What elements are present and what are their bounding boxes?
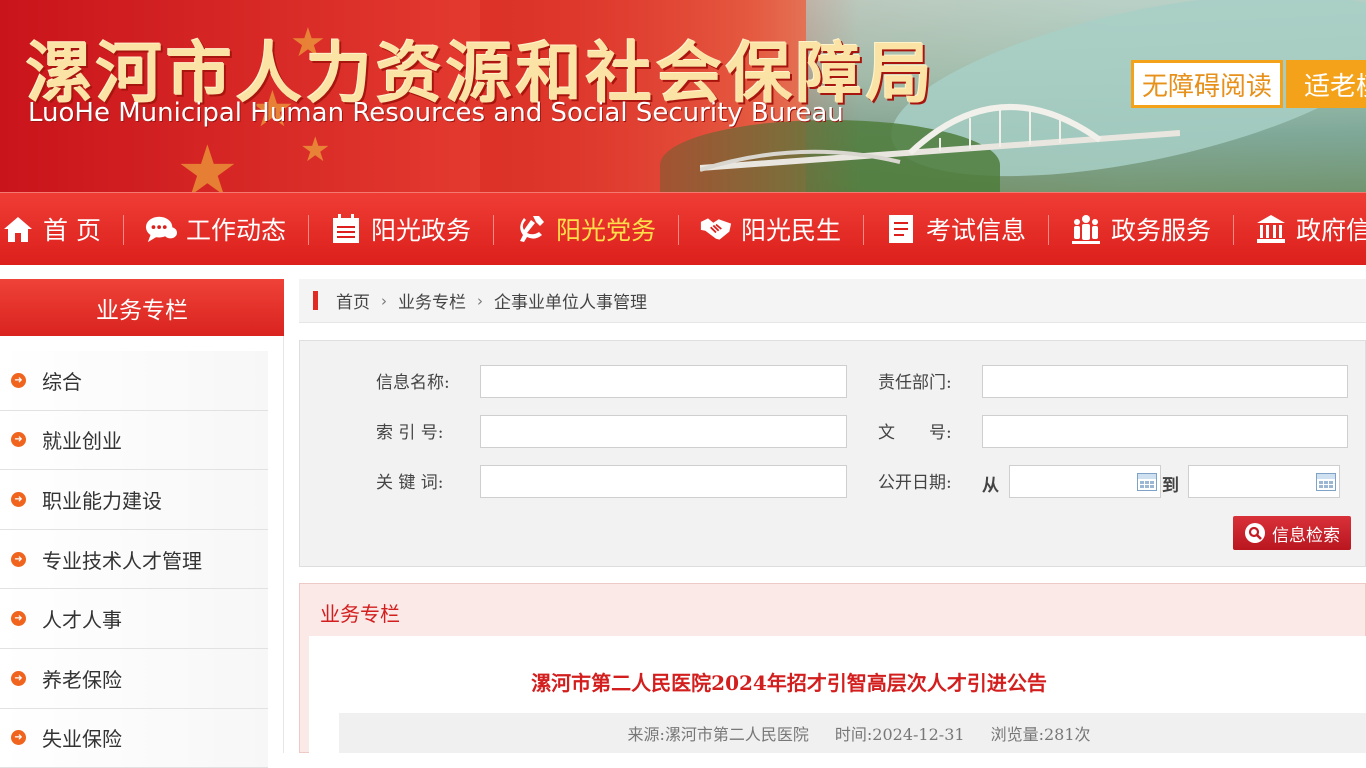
home-icon	[2, 213, 34, 245]
search-button-label: 信息检索	[1272, 525, 1340, 546]
dept-input[interactable]	[982, 365, 1348, 398]
site-title-english: LuoHe Municipal Human Resources and Soci…	[28, 98, 844, 128]
arrow-right-icon: ➜	[11, 491, 26, 507]
index-number-label: 索 引 号:	[376, 423, 444, 443]
sidebar-item-label: 人才人事	[42, 608, 122, 633]
nav-item-label: 政务服务	[1111, 216, 1212, 245]
sidebar-item-technical-talent[interactable]: ➜ 专业技术人才管理	[0, 529, 268, 590]
breadcrumb: 首页 › 业务专栏 › 企事业单位人事管理	[299, 279, 1366, 323]
article-title[interactable]: 漯河市第二人民医院2024年招才引智高层次人才引进公告	[309, 667, 1269, 696]
elder-mode-button[interactable]: 适老模式	[1286, 60, 1366, 108]
nav-item-home[interactable]: 首 页	[0, 193, 123, 265]
nav-item-label: 阳光党务	[555, 216, 656, 245]
sidebar-item-general[interactable]: ➜ 综合	[0, 351, 268, 411]
article-meta: 来源:漯河市第二人民医院 时间:2024-12-31 浏览量:281次	[339, 713, 1366, 753]
calendar-icon[interactable]	[1137, 473, 1157, 491]
sidebar-item-vocational-skills[interactable]: ➜ 职业能力建设	[0, 470, 268, 530]
arrow-right-icon: ➜	[11, 611, 26, 627]
search-icon	[1245, 523, 1265, 543]
star-decoration: ★	[300, 130, 331, 170]
arrow-right-icon: ➜	[11, 432, 26, 448]
info-name-label: 信息名称:	[376, 373, 450, 393]
arrow-right-icon: ➜	[11, 551, 26, 567]
content-section: 业务专栏 漯河市第二人民医院2024年招才引智高层次人才引进公告 来源:漯河市第…	[299, 583, 1366, 756]
arrow-right-icon: ➜	[11, 372, 26, 388]
keyword-label: 关 键 词:	[376, 473, 444, 493]
nav-item-sunshine-affairs[interactable]: 阳光政务	[307, 193, 493, 265]
header-banner: ★ ★ ★ ★ 漯河市人力资源和社会保障局 LuoHe Municipal Hu…	[0, 0, 1366, 192]
sidebar-list: ➜ 综合 ➜ 就业创业 ➜ 职业能力建设 ➜ 专业技术人才管理 ➜ 人才人事 ➜ 养老保险 …	[0, 351, 268, 768]
accessibility-reading-button[interactable]: 无障碍阅读	[1131, 60, 1283, 108]
party-icon	[515, 213, 547, 245]
building-icon	[1255, 213, 1287, 245]
breadcrumb-home-link[interactable]: 首页	[336, 288, 370, 313]
sidebar-item-pension-insurance[interactable]: ➜ 养老保险	[0, 648, 268, 709]
handshake-icon	[700, 213, 732, 245]
article-time: 时间:2024-12-31	[834, 725, 965, 744]
nav-item-work-news[interactable]: 工作动态	[122, 193, 308, 265]
nav-item-label: 阳光政务	[370, 216, 471, 245]
chevron-right-icon: ›	[381, 291, 387, 310]
arrow-right-icon: ➜	[11, 670, 26, 686]
search-panel: 信息名称: 责任部门: 索 引 号: 文 号: 关 键 词: 公开日期: 从 到…	[299, 340, 1366, 567]
nav-item-label: 考试信息	[926, 216, 1027, 245]
chevron-right-icon: ›	[477, 291, 483, 310]
date-from-label: 从	[982, 476, 999, 496]
breadcrumb-current[interactable]: 企事业单位人事管理	[494, 288, 647, 313]
document-icon	[885, 213, 917, 245]
sidebar-item-unemployment-insurance[interactable]: ➜ 失业保险	[0, 708, 268, 768]
calendar-icon	[330, 213, 362, 245]
sidebar-divider	[283, 336, 284, 753]
sidebar-item-label: 综合	[42, 369, 82, 394]
sidebar-heading: 业务专栏	[0, 279, 284, 336]
arrow-right-icon: ➜	[11, 730, 26, 746]
index-number-input[interactable]	[480, 415, 847, 448]
doc-number-input[interactable]	[982, 415, 1348, 448]
chat-icon	[145, 213, 177, 245]
nav-item-livelihood[interactable]: 阳光民生	[678, 193, 863, 265]
nav-item-label: 工作动态	[185, 216, 286, 245]
date-to-input[interactable]	[1188, 465, 1340, 498]
nav-item-gov-services[interactable]: 政务服务	[1048, 193, 1233, 265]
sidebar-item-employment[interactable]: ➜ 就业创业	[0, 410, 268, 471]
sidebar-item-label: 失业保险	[42, 727, 122, 752]
article-panel: 漯河市第二人民医院2024年招才引智高层次人才引进公告 来源:漯河市第二人民医院…	[309, 636, 1366, 756]
main-nav: 首 页 工作动态 阳光政务 阳光党务 阳光民生 考试信息 政务服务 政府	[0, 192, 1366, 265]
sidebar-item-label: 养老保险	[42, 667, 122, 692]
nav-item-gov-info[interactable]: 政府信息	[1233, 193, 1366, 265]
sidebar-item-label: 就业创业	[42, 429, 122, 454]
breadcrumb-section-link[interactable]: 业务专栏	[398, 288, 466, 313]
article-source: 来源:漯河市第二人民医院	[627, 725, 809, 744]
publish-date-label: 公开日期:	[878, 473, 952, 493]
star-decoration: ★	[176, 130, 239, 192]
info-search-button[interactable]: 信息检索	[1233, 516, 1351, 550]
dept-label: 责任部门:	[878, 373, 952, 393]
date-to-label: 到	[1162, 476, 1179, 496]
nav-item-label: 阳光民生	[741, 216, 842, 245]
breadcrumb-marker	[313, 291, 318, 310]
calendar-icon[interactable]	[1316, 473, 1336, 491]
info-name-input[interactable]	[480, 365, 847, 398]
nav-item-party-affairs[interactable]: 阳光党务	[492, 193, 678, 265]
date-from-input[interactable]	[1009, 465, 1161, 498]
sidebar-item-label: 职业能力建设	[42, 488, 162, 513]
people-icon	[1070, 213, 1102, 245]
nav-item-label: 政府信息	[1296, 216, 1366, 245]
nav-item-label: 首 页	[43, 216, 101, 245]
section-title: 业务专栏	[320, 602, 400, 626]
sidebar-item-talent-personnel[interactable]: ➜ 人才人事	[0, 589, 268, 649]
sidebar-item-label: 专业技术人才管理	[42, 548, 202, 573]
keyword-input[interactable]	[480, 465, 847, 498]
article-views: 浏览量:281次	[990, 725, 1091, 744]
nav-item-exam-info[interactable]: 考试信息	[863, 193, 1048, 265]
doc-number-label: 文 号:	[878, 423, 952, 443]
